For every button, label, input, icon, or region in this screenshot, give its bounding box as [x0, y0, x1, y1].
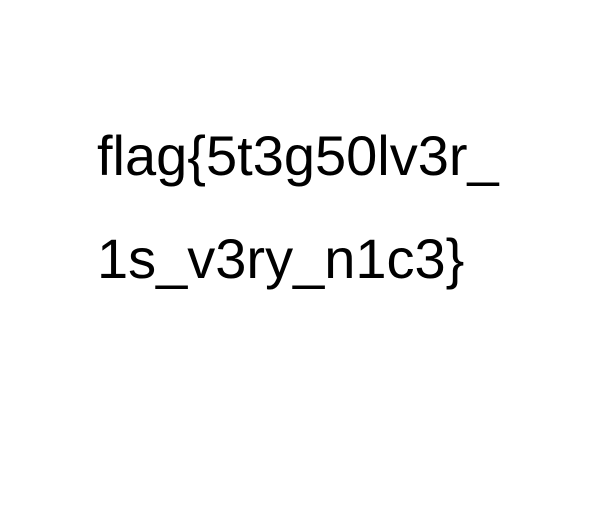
flag-text-line-1: flag{5t3g50lv3r_ [97, 124, 499, 187]
flag-text-line-2: 1s_v3ry_n1c3} [97, 227, 465, 290]
image-canvas: flag{5t3g50lv3r_ 1s_v3ry_n1c3} [0, 0, 613, 532]
